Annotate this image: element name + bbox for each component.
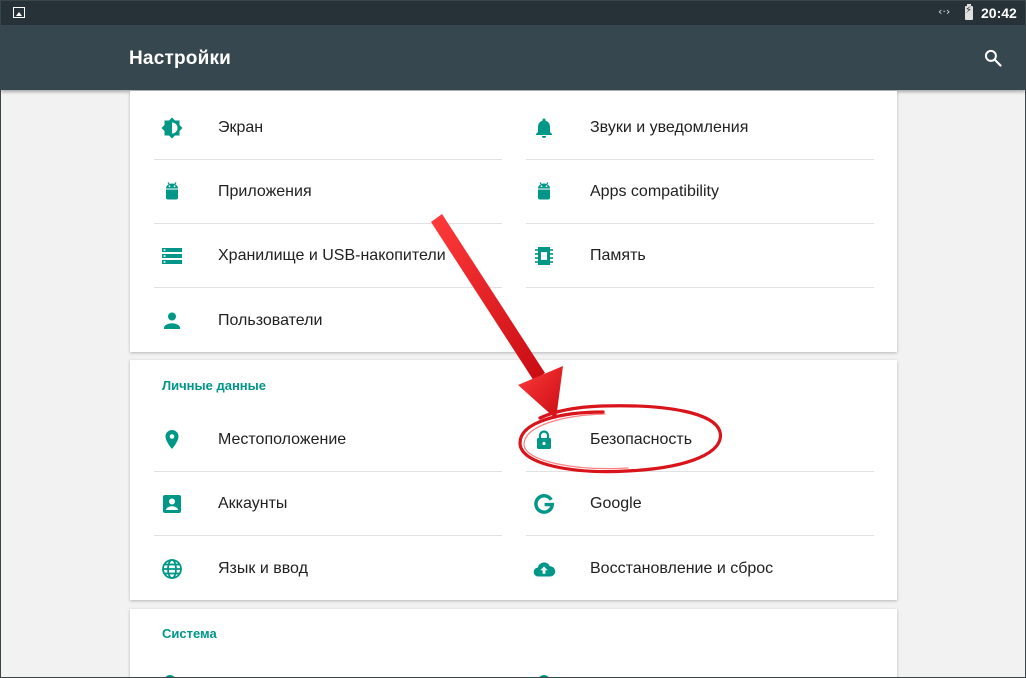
settings-item-label: Хранилище и USB-накопители <box>218 247 446 264</box>
section-header-personal: Личные данные <box>162 378 266 393</box>
settings-item-location[interactable]: Местоположение <box>154 408 502 472</box>
globe-icon <box>162 559 182 579</box>
search-icon[interactable] <box>983 48 1003 68</box>
settings-item-label: Восстановление и сброс <box>590 560 774 577</box>
settings-item-google[interactable]: Google <box>526 472 874 536</box>
personal-settings-card: Личные данные Местоположение Безопасност… <box>130 360 897 600</box>
settings-item-label: Приложения <box>218 183 312 200</box>
settings-item-label: Google <box>590 495 642 512</box>
settings-item-apps[interactable]: Приложения <box>154 160 502 224</box>
cloud-upload-icon <box>533 562 556 577</box>
settings-screen: ‹·› 20:42 Настройки Экран Звуки и уведом… <box>0 0 1026 678</box>
settings-item-label: Безопасность <box>590 431 693 448</box>
divider <box>154 535 502 536</box>
settings-item-label: Экран <box>218 119 264 136</box>
sync-icon: ‹·› <box>938 5 951 18</box>
divider <box>526 287 874 288</box>
memory-icon <box>535 247 553 265</box>
page-title: Настройки <box>129 48 232 69</box>
settings-item-security[interactable]: Безопасность <box>526 408 874 472</box>
clock: 20:42 <box>981 5 1017 21</box>
app-toolbar: Настройки <box>1 25 1025 90</box>
settings-item-users[interactable]: Пользователи <box>154 289 502 353</box>
android-icon <box>166 182 178 200</box>
settings-item-label: Память <box>590 247 646 264</box>
settings-item-storage[interactable]: Хранилище и USB-накопители <box>154 224 502 288</box>
battery-charging-icon <box>965 4 973 20</box>
person-icon <box>164 312 180 329</box>
device-settings-card: Экран Звуки и уведомления Приложения App… <box>130 91 897 352</box>
google-icon <box>534 494 555 514</box>
status-bar: ‹·› 20:42 <box>1 1 1025 25</box>
settings-item-label: Язык и ввод <box>218 560 308 577</box>
settings-item-label: Аккаунты <box>218 495 288 512</box>
settings-item-backup-reset[interactable]: Восстановление и сброс <box>526 537 874 601</box>
settings-item-display[interactable]: Экран <box>154 96 502 160</box>
divider <box>154 287 502 288</box>
section-header-system: Система <box>162 626 217 641</box>
settings-item-label: Местоположение <box>218 431 347 448</box>
settings-item-sounds[interactable]: Звуки и уведомления <box>526 96 874 160</box>
system-settings-card: Система <box>130 609 897 677</box>
lock-icon <box>537 430 551 449</box>
display-brightness-icon <box>161 117 183 139</box>
account-box-icon <box>163 495 181 513</box>
settings-item-accounts[interactable]: Аккаунты <box>154 472 502 536</box>
location-pin-icon <box>165 430 179 449</box>
settings-item-label: Звуки и уведомления <box>590 119 749 136</box>
settings-item-label: Apps compatibility <box>590 183 719 200</box>
settings-item-language-input[interactable]: Язык и ввод <box>154 537 502 601</box>
bell-icon <box>536 118 552 138</box>
android-icon <box>538 182 550 200</box>
image-notification-icon <box>13 7 25 18</box>
divider <box>526 535 874 536</box>
storage-icon <box>162 248 182 264</box>
settings-item-memory[interactable]: Память <box>526 224 874 288</box>
settings-item-label: Пользователи <box>218 312 323 329</box>
settings-item-apps-compatibility[interactable]: Apps compatibility <box>526 160 874 224</box>
